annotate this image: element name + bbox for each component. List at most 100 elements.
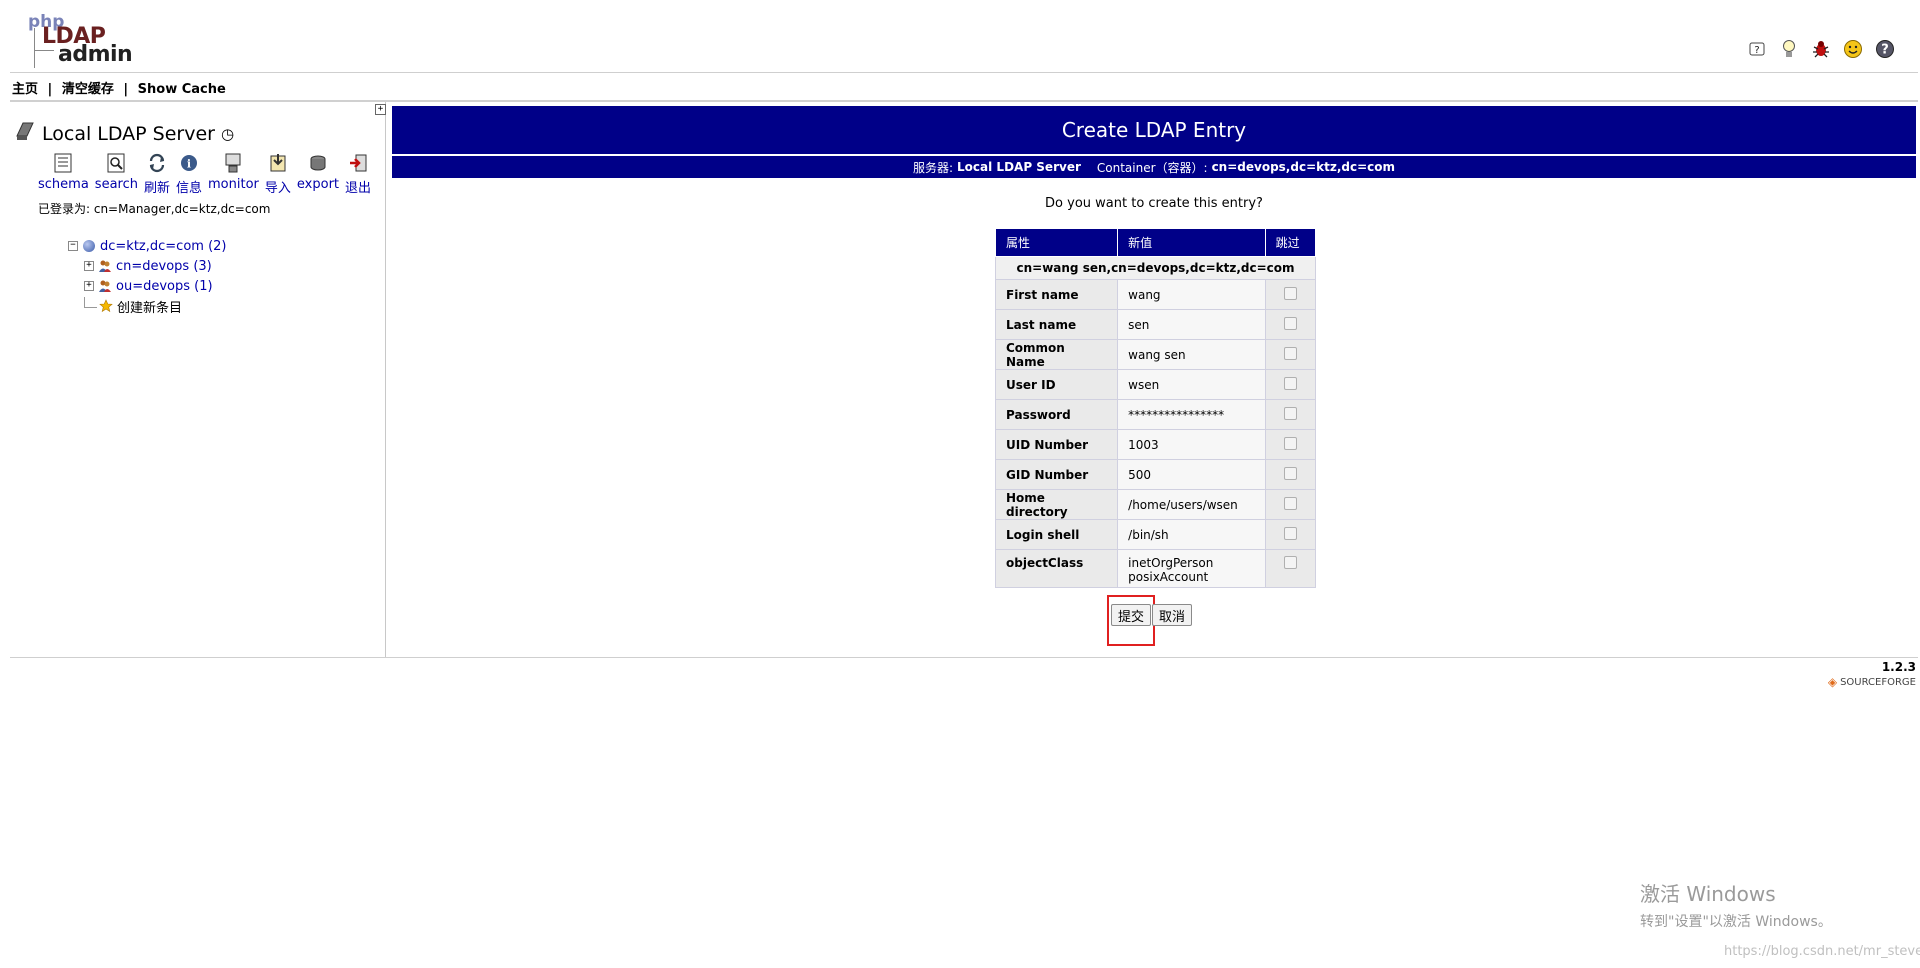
toolbar-search[interactable]: search [95, 152, 138, 196]
table-row: GID Number 500 [994, 459, 1317, 490]
skip-checkbox[interactable] [1264, 339, 1317, 370]
attribute-name: Common Name [994, 339, 1119, 370]
skip-checkbox[interactable] [1264, 399, 1317, 430]
question-circle-icon[interactable]: ? [1874, 38, 1896, 60]
container-value: cn=devops,dc=ktz,dc=com [1211, 160, 1395, 174]
table-row: UID Number 1003 [994, 429, 1317, 460]
svg-text:?: ? [1881, 43, 1889, 58]
tree-expand-toggle[interactable]: + [84, 281, 94, 291]
export-icon [306, 152, 330, 174]
table-row: User ID wsen [994, 369, 1317, 400]
toolbar-logout[interactable]: 退出 [345, 152, 371, 196]
table-row: Last name sen [994, 309, 1317, 340]
entry-context-bar: 服务器: Local LDAP Server Container（容器）: cn… [392, 156, 1916, 178]
ldap-tree: − dc=ktz,dc=com (2) + cn=devops (3) + ou… [68, 236, 226, 316]
attribute-name: Login shell [994, 519, 1119, 550]
objectclass-value: posixAccount [1128, 570, 1209, 584]
logo-tree-line [34, 28, 35, 68]
attribute-name: First name [994, 279, 1119, 310]
col-header-skip: 跳过 [1264, 228, 1317, 257]
tree-node-label[interactable]: dc=ktz,dc=com (2) [100, 239, 226, 254]
table-row: First name wang [994, 279, 1317, 310]
toolbar-label: 刷新 [143, 181, 170, 196]
clock-icon[interactable]: ◷ [221, 125, 234, 143]
attribute-value: wang sen [1117, 339, 1266, 370]
skip-checkbox[interactable] [1264, 459, 1317, 490]
skip-checkbox[interactable] [1264, 279, 1317, 310]
tree-branch-line [84, 296, 97, 308]
tree-node-ou-devops[interactable]: + ou=devops (1) [68, 276, 226, 296]
toolbar-label: 导入 [264, 181, 291, 196]
submit-button[interactable]: 提交 [1111, 604, 1152, 626]
table-row: Common Name wang sen [994, 339, 1317, 370]
logged-in-as: 已登录为: cn=Manager,dc=ktz,dc=com [38, 202, 271, 216]
logo-admin-text: admin [58, 42, 133, 67]
confirm-question: Do you want to create this entry? [1045, 196, 1263, 211]
form-buttons: 提交 取消 [1111, 604, 1193, 626]
tree-node-cn-devops[interactable]: + cn=devops (3) [68, 256, 226, 276]
tree-expand-toggle[interactable]: + [84, 261, 94, 271]
logout-icon [346, 152, 370, 174]
server-name: Local LDAP Server [42, 122, 215, 145]
attribute-value: inetOrgPerson posixAccount [1117, 549, 1266, 588]
toolbar-import[interactable]: 导入 [265, 152, 291, 196]
tree-node-label[interactable]: cn=devops (3) [116, 259, 212, 274]
nav-home-link[interactable]: 主页 [12, 82, 38, 97]
footer-divider [10, 657, 1918, 658]
phpldapadmin-logo[interactable]: php LDAP admin [14, 10, 133, 70]
help-icon[interactable]: ? [1746, 38, 1768, 60]
nav-purge-cache-link[interactable]: 清空缓存 [62, 82, 114, 97]
col-header-new-value: 新值 [1117, 228, 1266, 257]
toolbar-export[interactable]: export [297, 152, 339, 196]
skip-checkbox[interactable] [1264, 549, 1317, 588]
table-row: Home directory /home/users/wsen [994, 489, 1317, 520]
attribute-name: Last name [994, 309, 1119, 340]
server-icon [14, 120, 36, 147]
star-icon [99, 299, 113, 313]
globe-icon [82, 239, 96, 253]
skip-checkbox[interactable] [1264, 429, 1317, 460]
info-icon: i [177, 152, 201, 174]
sourceforge-logo[interactable]: ◈ SOURCEFORGE [1828, 675, 1916, 689]
server-title: Local LDAP Server ◷ [14, 120, 234, 147]
skip-checkbox[interactable] [1264, 309, 1317, 340]
top-navigation: 主页 | 清空缓存 | Show Cache [12, 78, 226, 97]
skip-checkbox[interactable] [1264, 519, 1317, 550]
objectclass-value: inetOrgPerson [1128, 556, 1214, 570]
tree-node-root[interactable]: − dc=ktz,dc=com (2) [68, 236, 226, 256]
table-row: Login shell /bin/sh [994, 519, 1317, 550]
sourceforge-text: SOURCEFORGE [1840, 676, 1916, 688]
attribute-name: GID Number [994, 459, 1119, 490]
toolbar-label: 退出 [345, 181, 372, 196]
attribute-value: wsen [1117, 369, 1266, 400]
server-value: Local LDAP Server [957, 160, 1081, 174]
attribute-name: User ID [994, 369, 1119, 400]
lightbulb-icon[interactable] [1778, 38, 1800, 60]
toolbar-monitor[interactable]: monitor [208, 152, 259, 196]
nav-separator: | [123, 82, 129, 97]
server-tree-panel: + Local LDAP Server ◷ schema search 刷新 i… [10, 102, 386, 657]
header-divider [10, 72, 1918, 73]
server-toolbar: schema search 刷新 i 信息 monitor 导入 export [38, 152, 377, 196]
expand-panel-toggle[interactable]: + [375, 104, 386, 115]
toolbar-label: export [296, 177, 340, 192]
svg-text:i: i [187, 158, 191, 171]
attribute-name: Home directory [994, 489, 1119, 520]
toolbar-info[interactable]: i 信息 [176, 152, 202, 196]
bug-icon[interactable] [1810, 38, 1832, 60]
cancel-button[interactable]: 取消 [1152, 604, 1193, 626]
tree-node-label[interactable]: ou=devops (1) [116, 279, 213, 294]
tree-collapse-toggle[interactable]: − [68, 241, 78, 251]
page-header: php LDAP admin ? ? [0, 0, 1920, 72]
toolbar-refresh[interactable]: 刷新 [144, 152, 170, 196]
tree-create-entry[interactable]: 创建新条目 [68, 296, 226, 316]
skip-checkbox[interactable] [1264, 369, 1317, 400]
windows-activation-watermark: 激活 Windows 转到"设置"以激活 Windows。 [1640, 878, 1832, 931]
smiley-icon[interactable] [1842, 38, 1864, 60]
attribute-value: sen [1117, 309, 1266, 340]
create-new-entry-link[interactable]: 创建新条目 [117, 297, 182, 316]
attribute-value: 500 [1117, 459, 1266, 490]
toolbar-schema[interactable]: schema [38, 152, 89, 196]
nav-show-cache-link[interactable]: Show Cache [138, 82, 226, 97]
skip-checkbox[interactable] [1264, 489, 1317, 520]
